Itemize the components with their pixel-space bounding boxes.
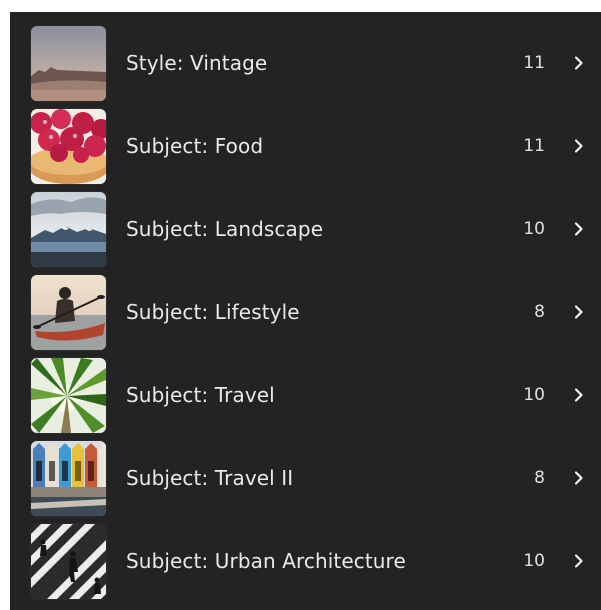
- album-row-subject-lifestyle[interactable]: Subject: Lifestyle 8: [10, 271, 601, 354]
- album-label: Subject: Urban Architecture: [126, 549, 406, 573]
- raspberry-tart-thumbnail: [31, 109, 106, 184]
- album-row-subject-urban-architecture[interactable]: Subject: Urban Architecture 10: [10, 520, 601, 603]
- vintage-desert-thumbnail: [31, 26, 106, 101]
- chevron-right-icon: [571, 304, 587, 320]
- chevron-right-icon: [571, 387, 587, 403]
- album-count: 10: [523, 551, 545, 571]
- album-count: 8: [534, 302, 545, 322]
- mountain-lake-thumbnail: [31, 192, 106, 267]
- chevron-right-icon: [571, 470, 587, 486]
- album-label: Subject: Landscape: [126, 217, 324, 241]
- album-list: Style: Vintage 11 Subject: Food 11 Subje…: [10, 12, 601, 610]
- album-count: 11: [523, 53, 545, 73]
- album-label: Style: Vintage: [126, 51, 268, 75]
- album-row-subject-travel-ii[interactable]: Subject: Travel II 8: [10, 437, 601, 520]
- album-row-subject-travel[interactable]: Subject: Travel 10: [10, 354, 601, 437]
- album-count: 11: [523, 136, 545, 156]
- album-count: 10: [523, 219, 545, 239]
- album-label: Subject: Lifestyle: [126, 300, 300, 324]
- chevron-right-icon: [571, 221, 587, 237]
- album-label: Subject: Travel: [126, 383, 275, 407]
- crosswalk-thumbnail: [31, 524, 106, 599]
- album-row-subject-food[interactable]: Subject: Food 11: [10, 105, 601, 188]
- album-label: Subject: Food: [126, 134, 264, 158]
- album-row-subject-landscape[interactable]: Subject: Landscape 10: [10, 188, 601, 271]
- album-row-style-vintage[interactable]: Style: Vintage 11: [10, 22, 601, 105]
- palm-tree-thumbnail: [31, 358, 106, 433]
- chevron-right-icon: [571, 138, 587, 154]
- beach-huts-thumbnail: [31, 441, 106, 516]
- album-count: 8: [534, 468, 545, 488]
- chevron-right-icon: [571, 55, 587, 71]
- kayaker-thumbnail: [31, 275, 106, 350]
- album-count: 10: [523, 385, 545, 405]
- chevron-right-icon: [571, 553, 587, 569]
- album-label: Subject: Travel II: [126, 466, 294, 490]
